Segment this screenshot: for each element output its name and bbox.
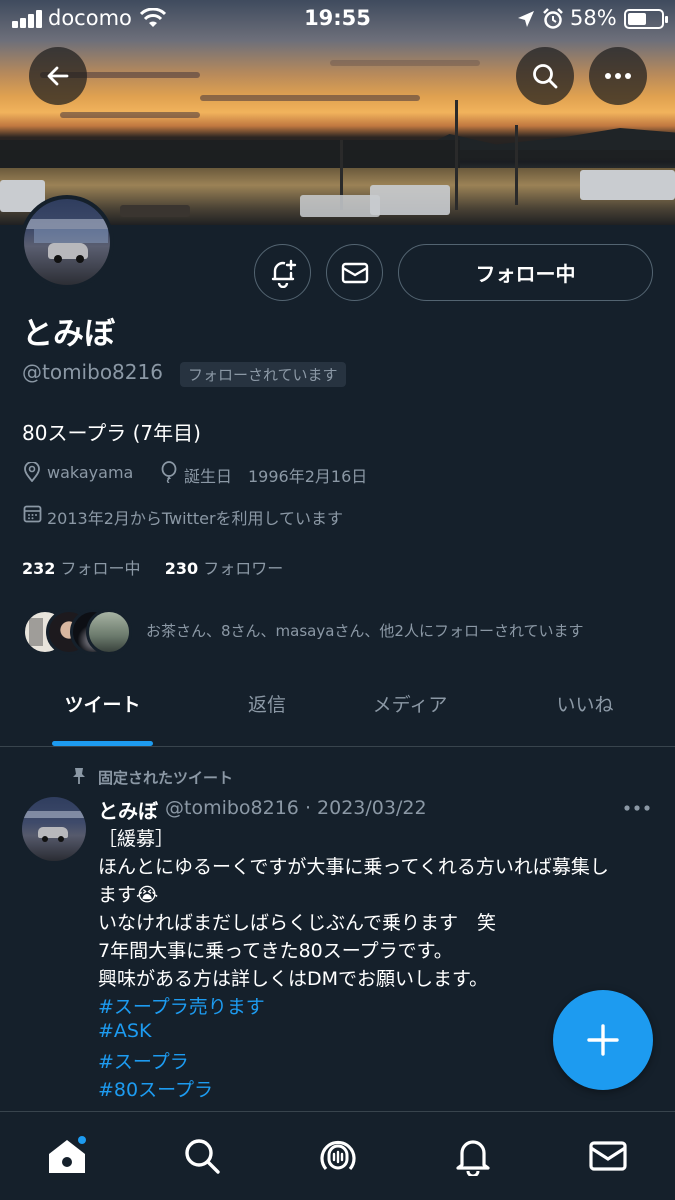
back-button[interactable] — [29, 47, 87, 105]
more-button[interactable] — [589, 47, 647, 105]
message-button[interactable] — [326, 244, 383, 301]
search-icon — [533, 64, 558, 89]
profile-avatar[interactable] — [20, 195, 114, 289]
compose-plus-icon — [587, 1024, 619, 1056]
hashtag-link[interactable]: #80スープラ — [98, 1075, 213, 1102]
followers-count: 230 — [164, 559, 199, 578]
hashtag-link[interactable]: #スープラ — [98, 1047, 189, 1074]
pin-icon — [73, 768, 85, 784]
nav-notifications[interactable] — [451, 1134, 495, 1178]
tweet-meta: @tomibo8216 · 2023/03/22 — [165, 797, 427, 819]
follower-avatar — [86, 609, 132, 655]
compose-tweet-button[interactable] — [553, 990, 653, 1090]
following-label: フォロー中 — [60, 559, 141, 578]
tweet-text-line: 7年間大事に乗ってきた80スープラです。 — [98, 940, 453, 962]
tweet-author-name[interactable]: とみぼ — [98, 795, 158, 824]
following-link[interactable]: 232 フォロー中 — [22, 559, 141, 578]
pinned-label: 固定されたツイート — [98, 769, 234, 787]
tab-replies[interactable]: 返信 — [217, 690, 317, 717]
tab-tweets[interactable]: ツイート — [52, 690, 153, 717]
tweet-avatar[interactable] — [22, 797, 86, 861]
spaces-icon — [320, 1140, 356, 1171]
notify-button[interactable] — [254, 244, 311, 301]
hashtag-link[interactable]: #ASK — [98, 1020, 151, 1042]
tab-media[interactable]: メディア — [355, 690, 465, 717]
nav-explore[interactable] — [180, 1134, 224, 1178]
battery-percent: 58% — [570, 6, 617, 30]
follows-you-badge: フォローされています — [180, 362, 346, 387]
following-button[interactable]: フォロー中 — [398, 244, 653, 301]
nav-home[interactable] — [45, 1134, 89, 1178]
location-pin-icon — [24, 462, 40, 482]
tweet-text-line: ［緩募］ — [98, 828, 175, 850]
bottom-navigation — [0, 1111, 675, 1200]
hashtag-link[interactable]: #スープラ売ります — [98, 992, 265, 1019]
profile-birthday: 誕生日 1996年2月16日 — [184, 467, 368, 486]
back-arrow-icon — [47, 66, 69, 86]
profile-joined: 2013年2月からTwitterを利用しています — [47, 509, 344, 528]
nav-spaces[interactable] — [316, 1134, 360, 1178]
tweet-text-line: ほんとにゆるーくですが大事に乗ってくれる方いれば募集し — [98, 856, 609, 878]
more-icon — [605, 73, 631, 79]
tabs-divider — [0, 746, 675, 747]
followed-by-text[interactable]: お茶さん、8さん、masayaさん、他2人にフォローされています — [146, 620, 584, 641]
search-button[interactable] — [516, 47, 574, 105]
battery-icon — [624, 9, 668, 29]
status-bar: docomo 19:55 58% — [0, 0, 675, 38]
following-count: 232 — [22, 559, 56, 578]
profile-location: wakayama — [47, 463, 134, 482]
search-icon — [185, 1139, 220, 1174]
tab-likes[interactable]: いいね — [530, 690, 640, 717]
bell-icon — [456, 1140, 490, 1176]
envelope-icon — [589, 1141, 627, 1171]
profile-bio: 80スープラ (7年目) — [22, 421, 201, 445]
calendar-icon — [23, 505, 42, 523]
home-icon — [49, 1136, 86, 1173]
tweet-text-line: ます😭 — [98, 884, 159, 906]
follow-counts: 232 フォロー中 230 フォロワー — [22, 555, 283, 579]
tweet-more-icon[interactable] — [624, 805, 650, 811]
balloon-icon — [161, 461, 177, 483]
nav-messages[interactable] — [586, 1134, 630, 1178]
notification-bell-plus-icon — [271, 259, 296, 288]
tweet-text-line: いなければまだしばらくじぶんで乗ります 笑 — [98, 912, 497, 934]
location-arrow-icon — [518, 11, 534, 27]
tweet-text-line: 興味がある方は詳しくはDMでお願いします。 — [98, 968, 489, 990]
envelope-icon — [341, 262, 368, 283]
followers-link[interactable]: 230 フォロワー — [165, 559, 284, 578]
followers-label: フォロワー — [203, 559, 284, 578]
profile-handle: @tomibo8216 — [22, 360, 163, 384]
alarm-icon — [543, 8, 563, 29]
profile-name: とみぼ — [22, 316, 115, 352]
